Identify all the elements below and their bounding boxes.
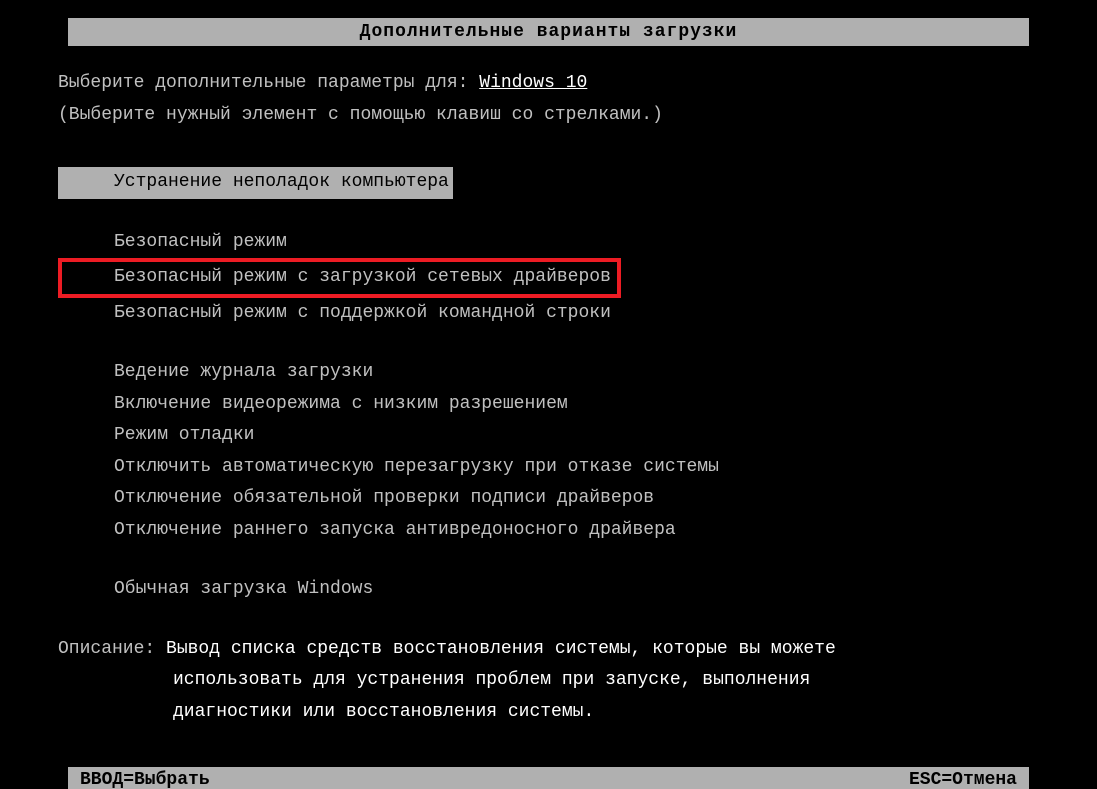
footer-bar: ВВОД=Выбрать ESC=Отмена [68,767,1029,789]
description-block: Описание: Вывод списка средств восстанов… [58,634,1039,729]
description-line1: Вывод списка средств восстановления сист… [166,639,836,659]
menu-item-safemode-network[interactable]: Безопасный режим с загрузкой сетевых дра… [58,258,621,298]
instruction-block: Выберите дополнительные параметры для: W… [58,68,1039,131]
main-content: Выберите дополнительные параметры для: W… [0,46,1097,728]
menu-item-safemode-cmd[interactable]: Безопасный режим с поддержкой командной … [58,298,611,330]
footer-esc: ESC=Отмена [909,770,1017,789]
menu-item-debug[interactable]: Режим отладки [58,420,254,452]
boot-menu: Устранение неполадок компьютера Безопасн… [58,167,1039,606]
instruction-prefix: Выберите дополнительные параметры для: [58,73,479,93]
menu-item-noreboot[interactable]: Отключить автоматическую перезагрузку пр… [58,452,719,484]
menu-item-normal[interactable]: Обычная загрузка Windows [58,574,373,606]
menu-item-lowres[interactable]: Включение видеорежима с низким разрешени… [58,389,568,421]
description-line3: диагностики или восстановления системы. [58,697,1039,729]
menu-item-noelam[interactable]: Отключение раннего запуска антивредоносн… [58,515,676,547]
description-line2: использовать для устранения проблем при … [58,665,1039,697]
instruction-line1: Выберите дополнительные параметры для: W… [58,68,1039,100]
instruction-hint: (Выберите нужный элемент с помощью клави… [58,100,1039,132]
header-title: Дополнительные варианты загрузки [360,22,738,42]
footer-enter: ВВОД=Выбрать [80,770,210,789]
header-title-bar: Дополнительные варианты загрузки [68,18,1029,46]
menu-item-nosig[interactable]: Отключение обязательной проверки подписи… [58,483,654,515]
menu-item-safemode[interactable]: Безопасный режим [58,227,287,259]
os-name: Windows 10 [479,73,587,93]
description-label: Описание: [58,639,166,659]
menu-item-bootlog[interactable]: Ведение журнала загрузки [58,357,373,389]
menu-item-repair[interactable]: Устранение неполадок компьютера [58,167,453,199]
